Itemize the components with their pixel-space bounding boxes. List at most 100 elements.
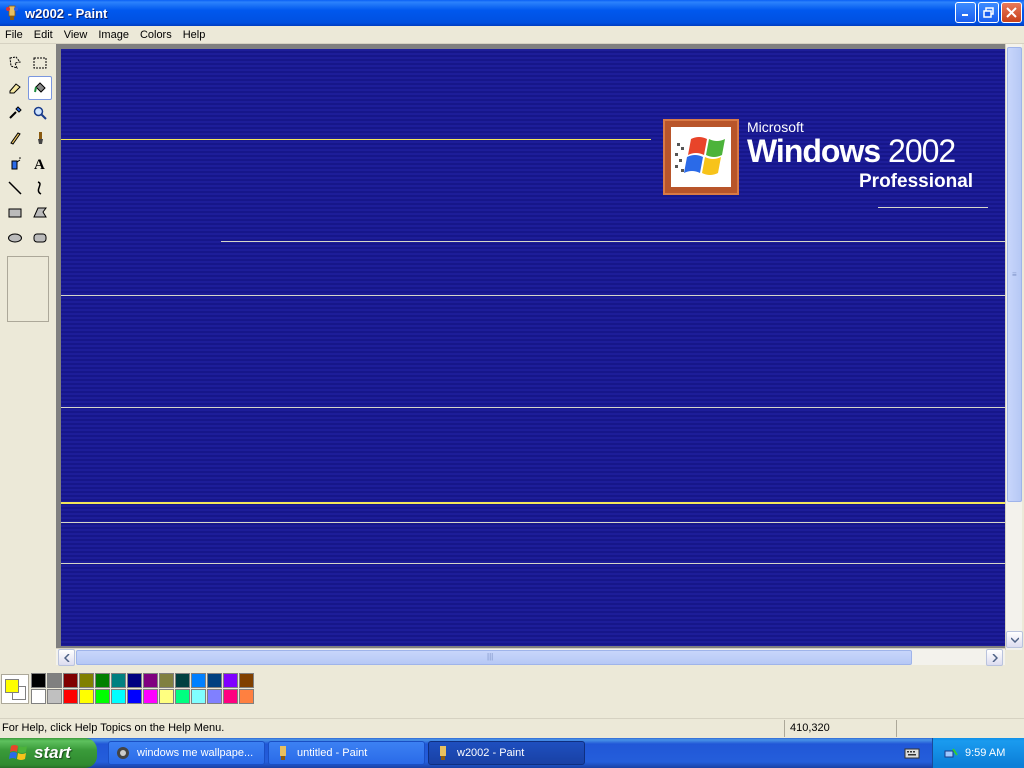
canvas-line (61, 522, 1005, 523)
airbrush-tool[interactable] (3, 151, 27, 175)
scroll-left-button[interactable] (58, 649, 75, 666)
color-palette (31, 673, 254, 704)
menu-edit[interactable]: Edit (29, 26, 59, 44)
image-viewer-icon (117, 747, 129, 759)
color-swatch[interactable] (111, 689, 126, 704)
keyboard-icon[interactable] (904, 746, 920, 760)
polygon-icon (33, 207, 47, 218)
color-swatch[interactable] (207, 689, 222, 704)
free-form-select-tool[interactable] (3, 51, 27, 75)
title-bar[interactable]: w2002 - Paint (0, 0, 1024, 26)
canvas-line (61, 295, 1005, 296)
color-swatch[interactable] (31, 673, 46, 688)
pencil-icon (10, 132, 21, 145)
color-swatch[interactable] (223, 689, 238, 704)
color-swatch[interactable] (47, 673, 62, 688)
color-swatch[interactable] (175, 673, 190, 688)
menu-colors[interactable]: Colors (135, 26, 178, 44)
color-swatch[interactable] (111, 673, 126, 688)
taskbar-item-wallpaper[interactable]: windows me wallpape... (108, 741, 265, 765)
status-bar: For Help, click Help Topics on the Help … (0, 718, 1024, 738)
magnifier-tool[interactable] (28, 101, 52, 125)
network-icon[interactable] (943, 745, 959, 761)
curve-tool[interactable] (28, 176, 52, 200)
rectangle-tool[interactable] (3, 201, 27, 225)
menu-image[interactable]: Image (93, 26, 135, 44)
text-tool[interactable]: A (28, 151, 52, 175)
vertical-scrollbar[interactable]: ≡ (1005, 44, 1023, 650)
restore-button[interactable] (978, 2, 999, 23)
pencil-tool[interactable] (3, 126, 27, 150)
color-swatch[interactable] (239, 689, 254, 704)
color-swatch[interactable] (143, 689, 158, 704)
rectangle-icon (8, 208, 22, 218)
canvas-line (61, 563, 1005, 564)
minimize-button[interactable] (955, 2, 976, 23)
airbrush-icon (11, 157, 21, 170)
scroll-right-button[interactable] (986, 649, 1003, 666)
rounded-rectangle-icon (33, 233, 47, 243)
windows-flag-icon (675, 137, 725, 175)
color-swatch[interactable] (31, 689, 46, 704)
close-icon (1006, 7, 1017, 18)
arrow-left-icon (63, 653, 70, 662)
windows-logo: Microsoft Windows 2002 Professional (663, 119, 1003, 239)
fill-with-color-tool[interactable] (28, 76, 52, 100)
fill-with-color-icon (34, 82, 46, 93)
polygon-tool[interactable] (28, 201, 52, 225)
color-swatch[interactable] (63, 689, 78, 704)
pick-color-tool[interactable] (3, 101, 27, 125)
color-swatch[interactable] (207, 673, 222, 688)
grip-icon: ≡ (1012, 270, 1017, 279)
select-tool[interactable] (28, 51, 52, 75)
color-swatch[interactable] (127, 673, 142, 688)
color-swatch[interactable] (159, 673, 174, 688)
start-button[interactable]: start (0, 738, 97, 768)
color-swatch[interactable] (95, 689, 110, 704)
tool-options-box[interactable] (7, 256, 49, 322)
color-swatch[interactable] (143, 673, 158, 688)
color-swatch[interactable] (95, 673, 110, 688)
rounded-rectangle-tool[interactable] (28, 226, 52, 250)
brush-tool[interactable] (28, 126, 52, 150)
paint-app-icon (440, 746, 446, 760)
taskbar: start windows me wallpape... untitled - … (0, 738, 1024, 768)
menu-view[interactable]: View (59, 26, 94, 44)
scroll-down-button[interactable] (1006, 631, 1023, 648)
color-swatch[interactable] (159, 689, 174, 704)
drawing-canvas[interactable]: Microsoft Windows 2002 Professional (61, 49, 1005, 646)
color-swatch[interactable] (63, 673, 78, 688)
color-swatch[interactable] (223, 673, 238, 688)
line-tool[interactable] (3, 176, 27, 200)
paint-app-icon (280, 746, 286, 760)
menu-help[interactable]: Help (178, 26, 212, 44)
taskbar-item-w2002-paint[interactable]: w2002 - Paint (428, 741, 585, 765)
taskbar-item-label: untitled - Paint (297, 747, 368, 759)
system-tray: 9:59 AM (932, 738, 1024, 768)
logo-underline (878, 207, 988, 208)
horizontal-scrollbar[interactable]: ||| (56, 648, 1005, 666)
color-swatch[interactable] (175, 689, 190, 704)
menu-file[interactable]: File (0, 26, 29, 44)
line-icon (8, 181, 22, 195)
color-swatch[interactable] (127, 689, 142, 704)
horizontal-scroll-thumb[interactable]: ||| (76, 650, 912, 665)
vertical-scroll-thumb[interactable]: ≡ (1007, 47, 1022, 502)
color-swatch[interactable] (191, 673, 206, 688)
close-button[interactable] (1001, 2, 1022, 23)
color-swatch[interactable] (191, 689, 206, 704)
color-swatch[interactable] (79, 689, 94, 704)
current-colors[interactable] (1, 674, 29, 704)
toolbox: A (0, 48, 56, 660)
color-swatch[interactable] (79, 673, 94, 688)
ellipse-tool[interactable] (3, 226, 27, 250)
svg-text:A: A (34, 157, 45, 171)
color-swatch[interactable] (239, 673, 254, 688)
curve-icon (37, 181, 42, 195)
clock[interactable]: 9:59 AM (965, 747, 1005, 759)
taskbar-item-untitled-paint[interactable]: untitled - Paint (268, 741, 425, 765)
canvas-line (61, 139, 651, 140)
color-swatch[interactable] (47, 689, 62, 704)
eraser-tool[interactable] (3, 76, 27, 100)
logo-windows-word: Windows (747, 133, 881, 169)
